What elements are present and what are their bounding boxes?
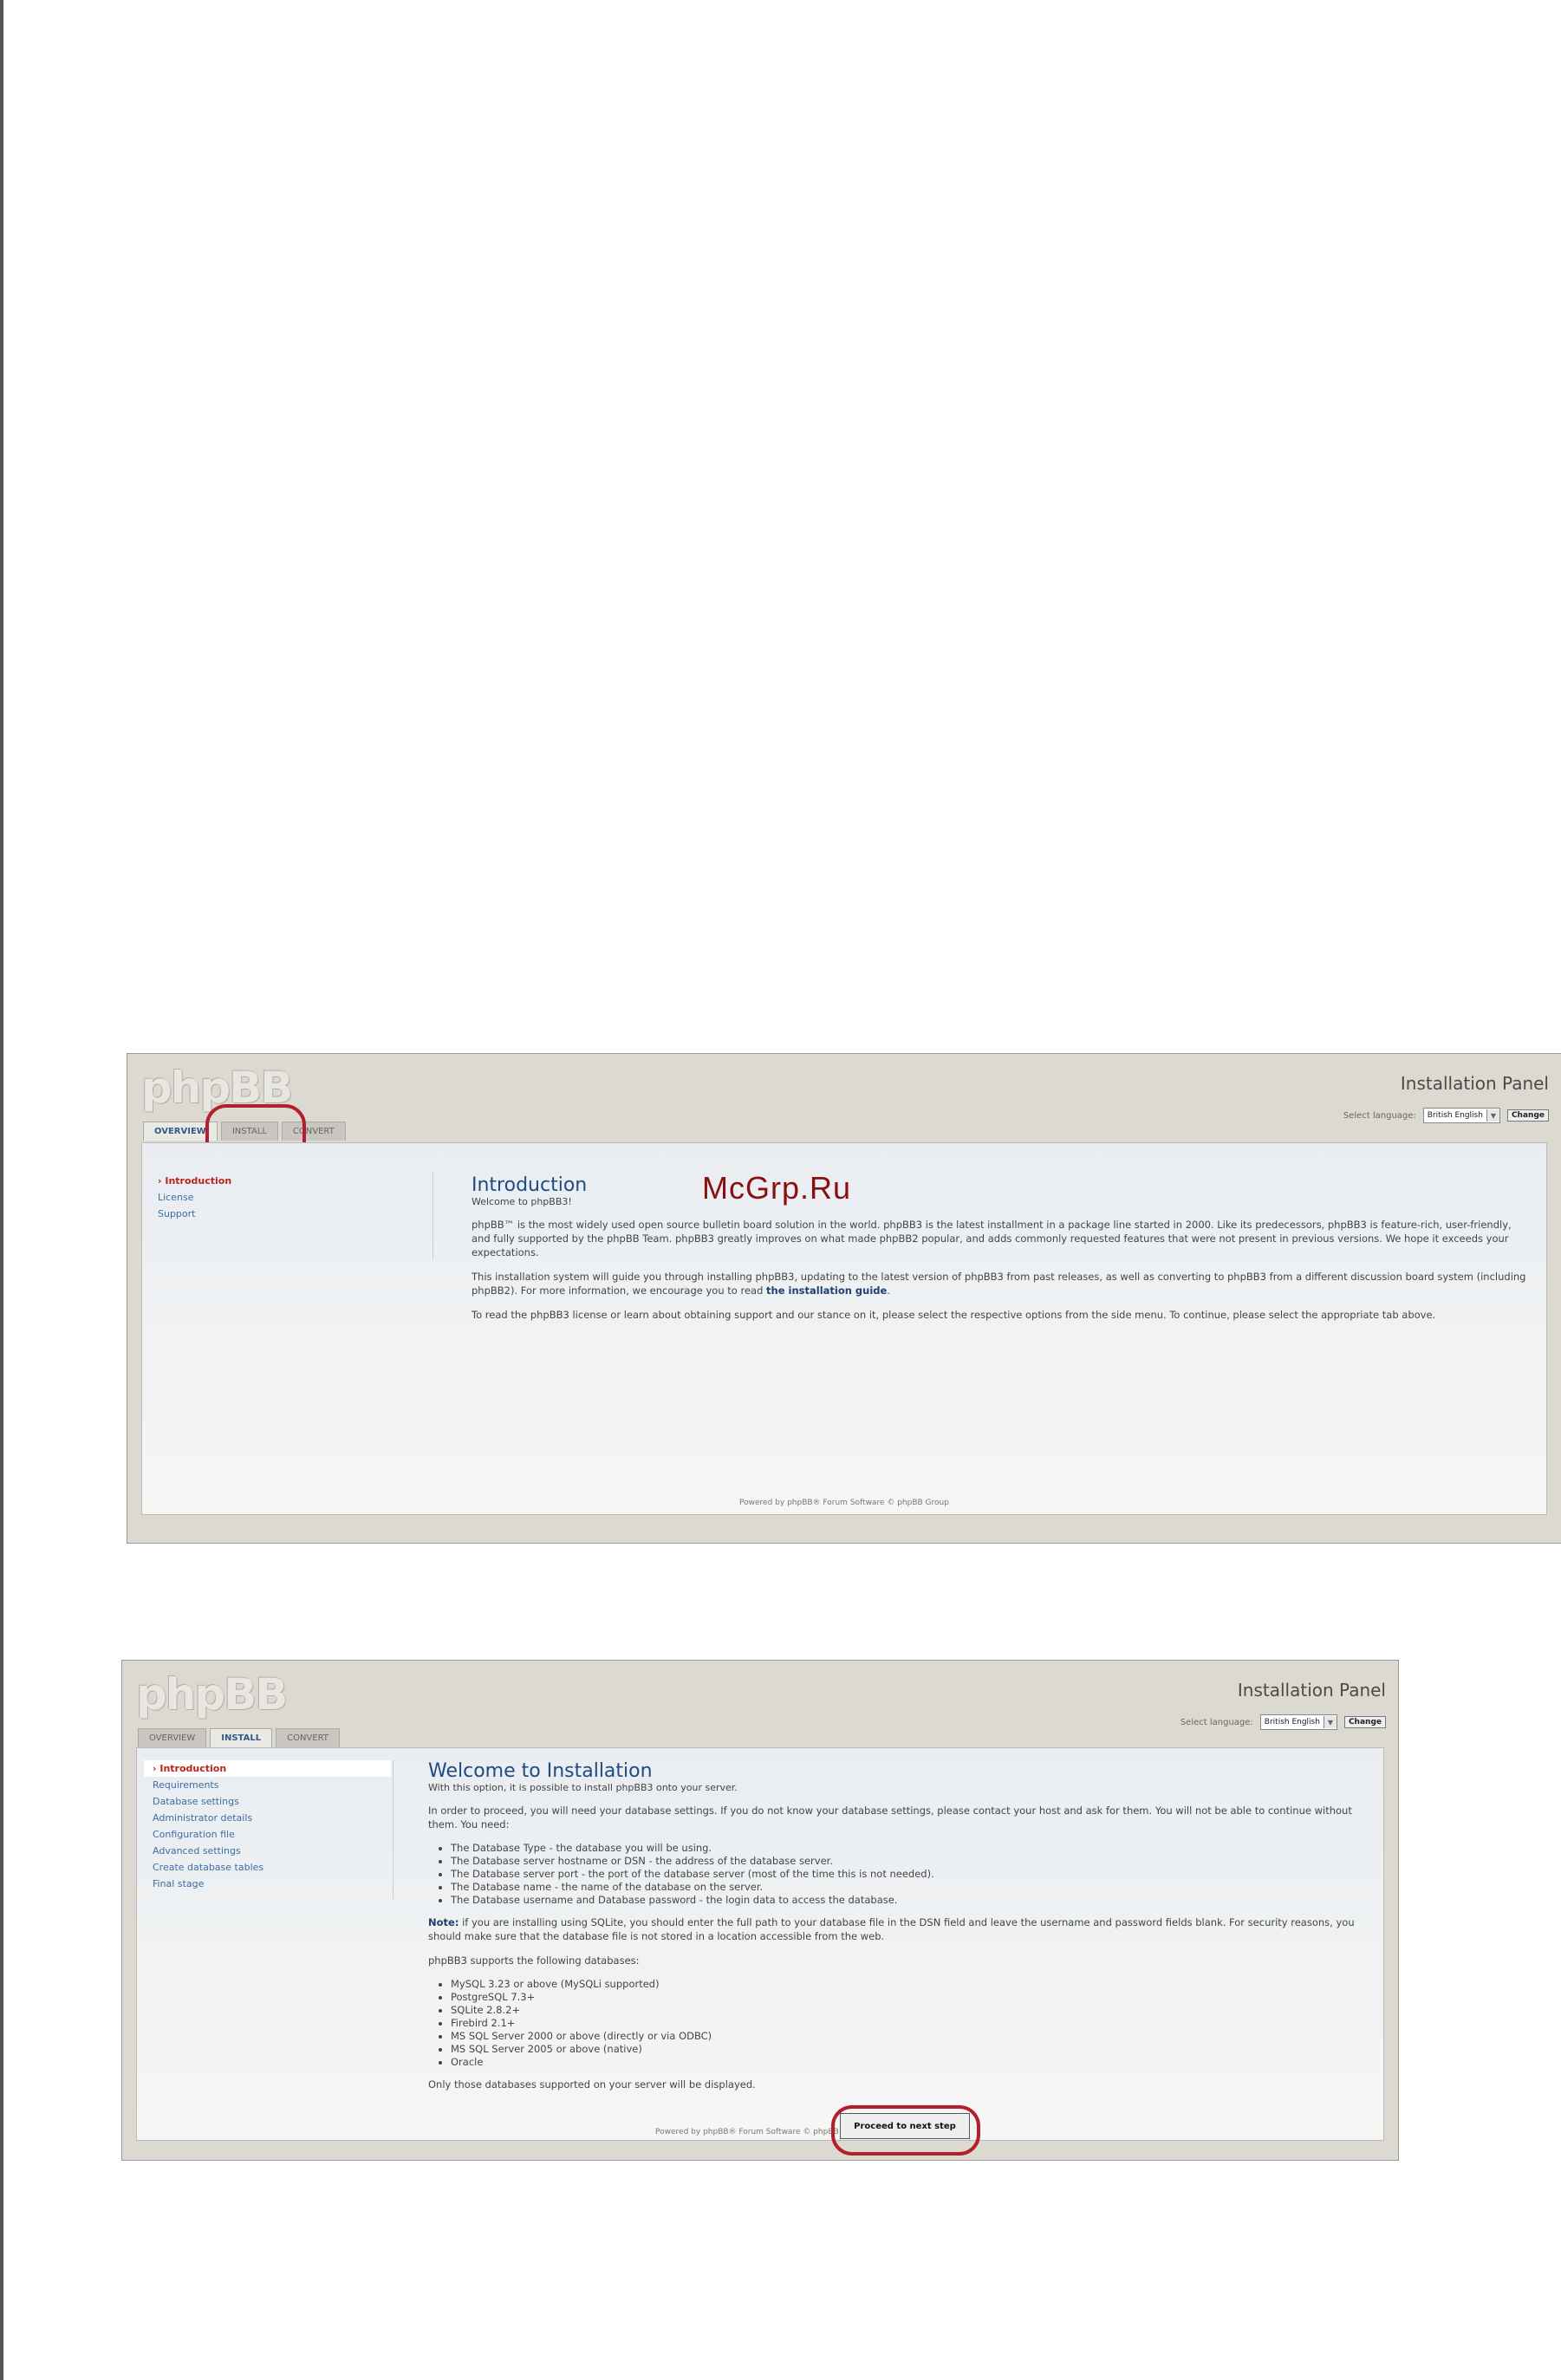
list-item: SQLite 2.8.2+ xyxy=(451,2004,1366,2017)
tab-install[interactable]: INSTALL xyxy=(210,1728,273,1747)
guide-text: This installation system will guide you … xyxy=(472,1271,1526,1297)
side-menu: Introduction License Support xyxy=(149,1173,426,1222)
menu-item-administrator-details[interactable]: Administrator details xyxy=(144,1810,391,1826)
list-item: Oracle xyxy=(451,2056,1366,2069)
tab-bar: OVERVIEW INSTALL CONVERT xyxy=(138,1728,340,1747)
phpbb-logo: phpBB xyxy=(136,1669,288,1720)
page-subtitle: Welcome to phpBB3! xyxy=(472,1196,572,1207)
installation-guide-link[interactable]: the installation guide xyxy=(766,1284,887,1297)
language-select[interactable]: British English ▼ xyxy=(1422,1108,1500,1123)
proceed-button-highlight xyxy=(831,2105,980,2156)
note-text: if you are installing using SQLite, you … xyxy=(428,1916,1355,1942)
menu-item-final-stage[interactable]: Final stage xyxy=(144,1876,391,1892)
list-item: PostgreSQL 7.3+ xyxy=(451,1991,1366,2004)
chevron-down-icon: ▼ xyxy=(1323,1716,1337,1728)
list-item: Firebird 2.1+ xyxy=(451,2017,1366,2030)
menu-item-configuration-file[interactable]: Configuration file xyxy=(144,1826,391,1843)
guide-paragraph: This installation system will guide you … xyxy=(472,1270,1529,1297)
list-item: The Database Type - the database you wil… xyxy=(451,1842,1366,1855)
installer-overview-screenshot: phpBB Installation Panel Select language… xyxy=(127,1053,1561,1544)
menu-item-database-settings[interactable]: Database settings xyxy=(144,1793,391,1810)
change-language-button[interactable]: Change xyxy=(1506,1109,1549,1122)
menu-item-requirements[interactable]: Requirements xyxy=(144,1777,391,1793)
language-value: British English xyxy=(1427,1111,1483,1120)
only-paragraph: Only those databases supported on your s… xyxy=(428,2078,756,2091)
databases-list: MySQL 3.23 or above (MySQLi supported) P… xyxy=(428,1978,1366,2069)
page-subtitle: With this option, it is possible to inst… xyxy=(428,1782,738,1793)
main-content: Introduction Welcome to phpBB3! phpBB™ i… xyxy=(472,1174,1529,1332)
menu-item-introduction[interactable]: Introduction xyxy=(144,1760,391,1777)
intro-paragraph: phpBB™ is the most widely used open sour… xyxy=(472,1219,1512,1258)
note-label: Note: xyxy=(428,1916,459,1928)
language-label: Select language: xyxy=(1180,1717,1253,1727)
menu-item-support[interactable]: Support xyxy=(149,1206,426,1222)
list-item: MS SQL Server 2005 or above (native) xyxy=(451,2043,1366,2056)
needs-list: The Database Type - the database you wil… xyxy=(428,1842,1366,1907)
language-select[interactable]: British English ▼ xyxy=(1259,1714,1337,1730)
requirements-paragraph: In order to proceed, you will need your … xyxy=(428,1805,1352,1831)
note-paragraph: Note: if you are installing using SQLite… xyxy=(428,1915,1366,1943)
supports-paragraph: phpBB3 supports the following databases: xyxy=(428,1954,640,1967)
menu-item-advanced-settings[interactable]: Advanced settings xyxy=(144,1843,391,1859)
footer: Powered by phpBB® Forum Software © phpBB… xyxy=(655,2128,865,2136)
chevron-down-icon: ▼ xyxy=(1486,1109,1499,1122)
menu-divider xyxy=(393,1760,394,1899)
page-title: Welcome to Installation xyxy=(428,1760,653,1782)
main-content: Welcome to Installation With this option… xyxy=(428,1760,1366,2102)
license-paragraph: To read the phpBB3 license or learn abou… xyxy=(472,1309,1436,1321)
guide-text-end: . xyxy=(887,1284,890,1297)
language-label: Select language: xyxy=(1343,1110,1416,1121)
installer-install-screenshot: phpBB Installation Panel Select language… xyxy=(121,1660,1399,2161)
menu-item-license[interactable]: License xyxy=(149,1189,426,1206)
panel-title: Installation Panel xyxy=(1237,1680,1386,1700)
watermark: McGrp.Ru xyxy=(702,1170,852,1206)
page-left-rule xyxy=(0,0,3,2380)
language-selector: Select language: British English ▼ Chang… xyxy=(1343,1108,1549,1123)
menu-item-introduction[interactable]: Introduction xyxy=(149,1173,426,1189)
list-item: MS SQL Server 2000 or above (directly or… xyxy=(451,2030,1366,2043)
list-item: The Database name - the name of the data… xyxy=(451,1881,1366,1894)
footer: Powered by phpBB® Forum Software © phpBB… xyxy=(739,1499,949,1507)
language-selector: Select language: British English ▼ Chang… xyxy=(1181,1714,1386,1730)
panel-title: Installation Panel xyxy=(1400,1073,1549,1094)
list-item: MySQL 3.23 or above (MySQLi supported) xyxy=(451,1978,1366,1991)
change-language-button[interactable]: Change xyxy=(1343,1716,1386,1728)
list-item: The Database server port - the port of t… xyxy=(451,1868,1366,1881)
page-title: Introduction xyxy=(472,1174,588,1196)
menu-item-create-database-tables[interactable]: Create database tables xyxy=(144,1859,391,1876)
content-panel: Introduction Requirements Database setti… xyxy=(136,1747,1384,2141)
tab-overview[interactable]: OVERVIEW xyxy=(138,1728,207,1747)
side-menu: Introduction Requirements Database setti… xyxy=(144,1760,391,1892)
tab-convert[interactable]: CONVERT xyxy=(276,1728,340,1747)
list-item: The Database username and Database passw… xyxy=(451,1894,1366,1907)
language-value: British English xyxy=(1264,1718,1320,1726)
list-item: The Database server hostname or DSN - th… xyxy=(451,1855,1366,1868)
